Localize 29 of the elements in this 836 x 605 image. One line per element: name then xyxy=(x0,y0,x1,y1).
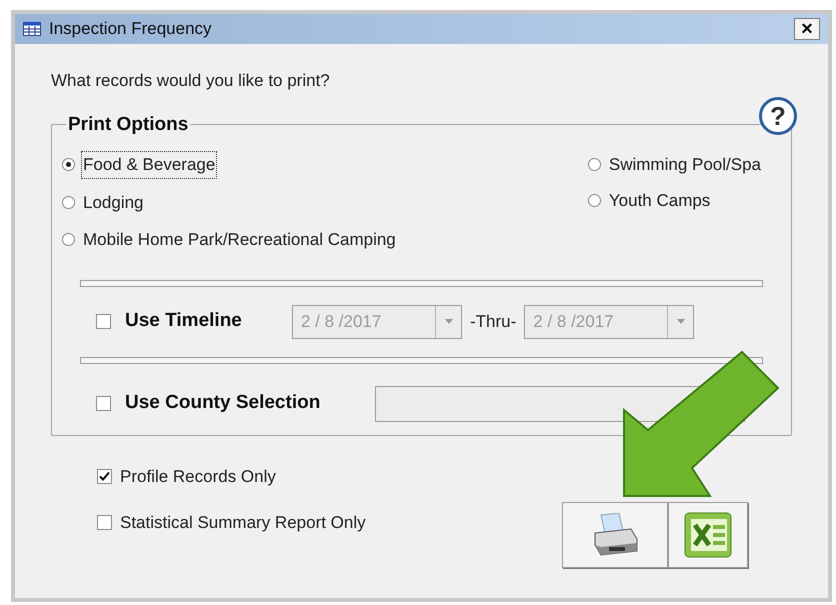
window-title: Inspection Frequency xyxy=(49,18,213,40)
county-label: Use County Selection xyxy=(125,391,322,416)
timeline-label: Use Timeline xyxy=(125,309,243,334)
radio-button[interactable] xyxy=(588,194,601,207)
radio-label[interactable]: Food & Beverage xyxy=(81,151,218,178)
spreadsheet-icon xyxy=(683,511,733,559)
caret-icon xyxy=(676,319,685,324)
radio-label[interactable]: Mobile Home Park/Recreational Camping xyxy=(81,226,398,254)
checkbox[interactable] xyxy=(97,469,112,484)
checkbox[interactable] xyxy=(97,514,112,530)
radio-button[interactable] xyxy=(62,158,75,172)
radio-label[interactable]: Youth Camps xyxy=(606,186,712,214)
help-icon[interactable]: ? xyxy=(759,97,797,135)
checkbox[interactable] xyxy=(96,396,111,411)
excel-button[interactable] xyxy=(668,502,748,568)
radio-label[interactable]: Lodging xyxy=(81,188,146,216)
prompt-text: What records would you like to print? xyxy=(51,71,330,90)
option-label[interactable]: Profile Records Only xyxy=(120,464,276,490)
radio-button[interactable] xyxy=(62,233,75,246)
checkbox[interactable] xyxy=(96,314,111,329)
close-button[interactable]: × xyxy=(794,18,820,40)
table-icon xyxy=(23,22,41,36)
caret-icon xyxy=(444,319,452,324)
print-button[interactable] xyxy=(562,502,668,568)
radio-button[interactable] xyxy=(62,196,75,209)
radio-label[interactable]: Swimming Pool/Spa xyxy=(606,151,763,178)
thru-label: -Thru- xyxy=(470,310,516,333)
radio-button[interactable] xyxy=(588,158,601,172)
option-label[interactable]: Statistical Summary Report Only xyxy=(120,510,366,535)
